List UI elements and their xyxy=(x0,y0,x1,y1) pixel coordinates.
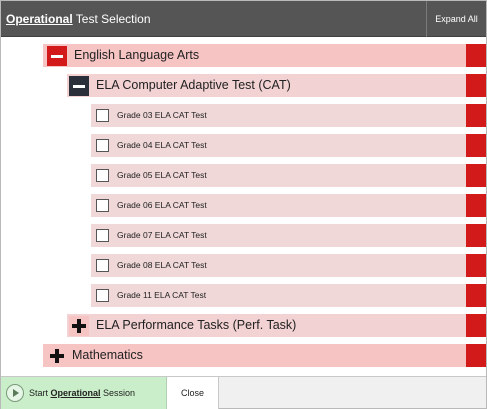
test-label: Grade 07 ELA CAT Test xyxy=(117,230,207,240)
group-label: ELA Computer Adaptive Test (CAT) xyxy=(96,78,291,92)
row-edge-marker xyxy=(466,164,486,187)
play-icon xyxy=(6,384,24,402)
panel-header: Operational Test Selection Expand All xyxy=(1,1,486,37)
test-tree: English Language Arts ELA Computer Adapt… xyxy=(1,38,486,376)
expand-icon[interactable] xyxy=(69,316,89,336)
test-label: Grade 11 ELA CAT Test xyxy=(117,290,207,300)
test-label: Grade 03 ELA CAT Test xyxy=(117,110,207,120)
collapse-icon[interactable] xyxy=(47,46,67,66)
test-checkbox[interactable] xyxy=(96,109,109,122)
group-row-ela-cat[interactable]: ELA Computer Adaptive Test (CAT) xyxy=(1,70,486,100)
start-prefix: Start xyxy=(29,388,51,398)
subject-row-mathematics[interactable]: Mathematics xyxy=(1,340,486,370)
group-label: ELA Performance Tasks (Perf. Task) xyxy=(96,318,297,332)
test-label: Grade 06 ELA CAT Test xyxy=(117,200,207,210)
start-session-button[interactable]: Start Operational Session xyxy=(1,377,167,409)
test-row[interactable]: Grade 06 ELA CAT Test xyxy=(1,190,486,220)
test-label: Grade 08 ELA CAT Test xyxy=(117,260,207,270)
expand-all-button[interactable]: Expand All xyxy=(426,1,486,37)
test-row[interactable]: Grade 05 ELA CAT Test xyxy=(1,160,486,190)
row-edge-marker xyxy=(466,254,486,277)
row-edge-marker xyxy=(466,134,486,157)
row-edge-marker xyxy=(466,314,486,337)
group-row-ela-perf-task[interactable]: ELA Performance Tasks (Perf. Task) xyxy=(1,310,486,340)
test-checkbox[interactable] xyxy=(96,289,109,302)
test-row[interactable]: Grade 08 ELA CAT Test xyxy=(1,250,486,280)
plus-glyph xyxy=(72,319,86,333)
test-row[interactable]: Grade 07 ELA CAT Test xyxy=(1,220,486,250)
row-edge-marker xyxy=(466,194,486,217)
collapse-icon[interactable] xyxy=(69,76,89,96)
start-suffix: Session xyxy=(100,388,136,398)
panel-title: Operational Test Selection xyxy=(6,1,151,37)
test-checkbox[interactable] xyxy=(96,259,109,272)
test-checkbox[interactable] xyxy=(96,169,109,182)
expand-icon[interactable] xyxy=(47,346,67,366)
test-row[interactable]: Grade 04 ELA CAT Test xyxy=(1,130,486,160)
row-edge-marker xyxy=(466,344,486,367)
test-label: Grade 05 ELA CAT Test xyxy=(117,170,207,180)
row-edge-marker xyxy=(466,104,486,127)
row-edge-marker xyxy=(466,44,486,67)
test-selection-panel: Operational Test Selection Expand All En… xyxy=(0,0,487,409)
panel-title-rest: Test Selection xyxy=(72,12,151,26)
subject-label: English Language Arts xyxy=(74,48,200,62)
row-edge-marker xyxy=(466,284,486,307)
row-edge-marker xyxy=(466,74,486,97)
test-row[interactable]: Grade 03 ELA CAT Test xyxy=(1,100,486,130)
test-checkbox[interactable] xyxy=(96,139,109,152)
start-bold: Operational xyxy=(50,388,101,398)
subject-label: Mathematics xyxy=(72,348,143,362)
close-button[interactable]: Close xyxy=(167,377,219,409)
test-label: Grade 04 ELA CAT Test xyxy=(117,140,207,150)
test-checkbox[interactable] xyxy=(96,199,109,212)
panel-footer: Start Operational Session Close xyxy=(1,376,486,409)
panel-title-bold: Operational xyxy=(6,12,73,26)
plus-glyph xyxy=(50,349,64,363)
start-session-label: Start Operational Session xyxy=(29,377,135,409)
row-edge-marker xyxy=(466,224,486,247)
subject-row-ela[interactable]: English Language Arts xyxy=(1,40,486,70)
test-row[interactable]: Grade 11 ELA CAT Test xyxy=(1,280,486,310)
test-checkbox[interactable] xyxy=(96,229,109,242)
